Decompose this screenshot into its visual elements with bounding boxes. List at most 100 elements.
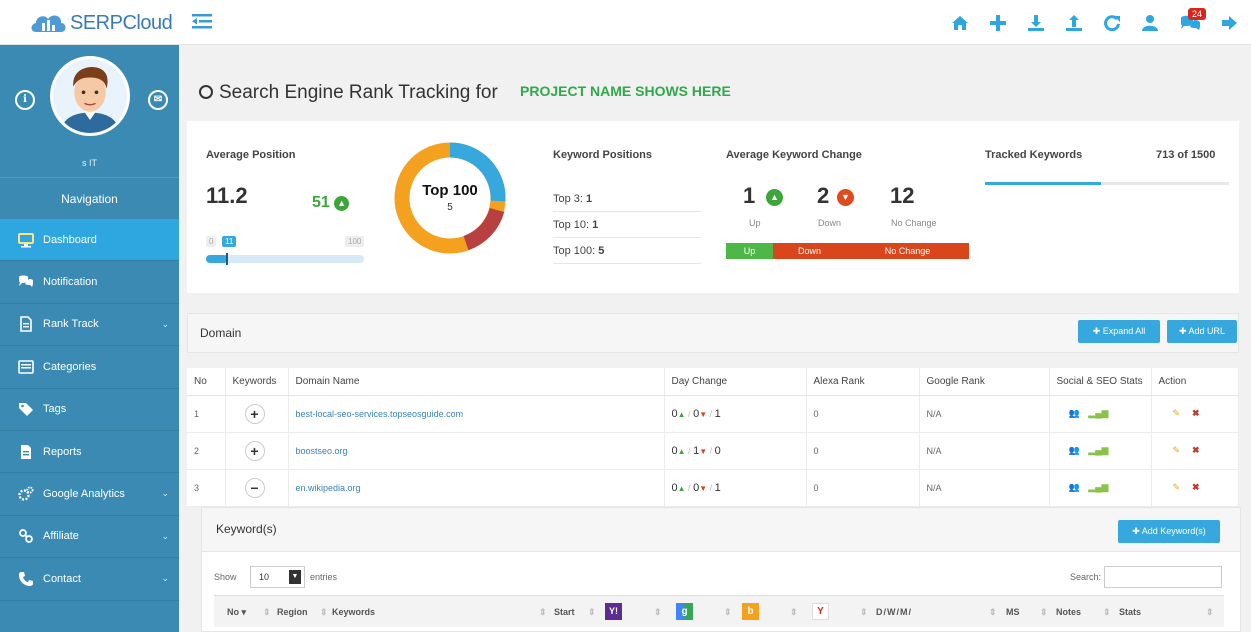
position-slider[interactable] xyxy=(206,253,364,265)
project-name: PROJECT NAME SHOWS HERE xyxy=(520,83,731,99)
avatar[interactable] xyxy=(50,56,130,136)
domain-table: No Keywords Domain Name Day Change Alexa… xyxy=(187,368,1239,507)
kw-col-stats[interactable]: Stats xyxy=(1119,607,1141,617)
signal-icon[interactable]: ▂▄▆ xyxy=(1088,408,1108,418)
kw-col-dwm[interactable]: D/W/M/ xyxy=(876,607,912,617)
kw-col-notes[interactable]: Notes xyxy=(1056,607,1081,617)
tag-icon xyxy=(19,403,33,417)
file-icon xyxy=(21,444,31,459)
sidebar-item-google-analytics[interactable]: Google Analytics ⌄ xyxy=(0,473,179,516)
expand-row-button[interactable]: + xyxy=(244,403,265,424)
sort-icon[interactable]: ⇕ xyxy=(320,607,328,618)
col-alexa-rank[interactable]: Alexa Rank xyxy=(806,368,920,396)
sidebar-item-categories[interactable]: Categories xyxy=(0,346,179,389)
user-face-icon xyxy=(53,59,127,133)
google-icon[interactable]: g xyxy=(676,603,693,620)
users-icon[interactable]: 👥 xyxy=(1069,482,1080,492)
sidebar-item-dashboard[interactable]: Dashboard xyxy=(0,219,179,262)
col-day-change[interactable]: Day Change xyxy=(664,368,807,396)
refresh-icon[interactable] xyxy=(1103,14,1121,32)
logout-icon[interactable] xyxy=(1221,14,1239,32)
sidebar-item-contact[interactable]: Contact ⌄ xyxy=(0,558,179,601)
yandex-icon[interactable]: Y xyxy=(812,603,829,620)
kw-col-region[interactable]: Region xyxy=(277,607,308,617)
kw-col-no[interactable]: No ▾ xyxy=(227,607,246,618)
sidebar-item-rank-track[interactable]: Rank Track ⌄ xyxy=(0,304,179,347)
kw-col-start[interactable]: Start xyxy=(554,607,575,617)
sort-icon[interactable]: ⇕ xyxy=(989,607,997,618)
add-url-button[interactable]: ✚ Add URL xyxy=(1167,320,1237,343)
sort-icon[interactable]: ⇕ xyxy=(654,607,662,618)
signal-icon[interactable]: ▂▄▆ xyxy=(1088,482,1108,492)
sidebar-item-label: Categories xyxy=(43,360,97,373)
info-icon[interactable]: i xyxy=(15,90,35,110)
add-keywords-button[interactable]: ✚ Add Keyword(s) xyxy=(1118,520,1220,543)
kw-col-ms[interactable]: MS xyxy=(1006,607,1020,617)
entries-select[interactable]: 10 ▼ xyxy=(250,566,305,588)
domain-link[interactable]: en.wikipedia.org xyxy=(296,483,361,493)
col-social-seo[interactable]: Social & SEO Stats xyxy=(1049,368,1152,396)
edit-icon[interactable]: ✎ xyxy=(1173,445,1181,455)
expand-row-button[interactable]: + xyxy=(244,440,265,461)
delete-icon[interactable]: ✖ xyxy=(1192,445,1200,455)
download-icon[interactable] xyxy=(1027,14,1045,32)
kp-top10: Top 10: 1 xyxy=(553,213,701,238)
domain-link[interactable]: boostseo.org xyxy=(296,446,348,456)
sort-icon[interactable]: ⇕ xyxy=(1206,607,1214,618)
message-icon[interactable]: ✉ xyxy=(148,90,168,110)
sort-icon[interactable]: ⇕ xyxy=(263,607,271,618)
sort-icon[interactable]: ⇕ xyxy=(588,607,596,618)
sort-icon[interactable]: ⇕ xyxy=(539,607,547,618)
sidebar-item-affiliate[interactable]: Affiliate ⌄ xyxy=(0,516,179,559)
plus-icon[interactable] xyxy=(989,14,1007,32)
entries-value: 10 xyxy=(259,572,270,582)
bing-icon[interactable]: b xyxy=(742,603,759,620)
col-google-rank[interactable]: Google Rank xyxy=(919,368,1050,396)
sidebar-item-reports[interactable]: Reports xyxy=(0,431,179,474)
social-stats-cell: 👥 ▂▄▆ xyxy=(1049,395,1152,433)
expand-all-label: Expand All xyxy=(1102,326,1146,336)
col-action[interactable]: Action xyxy=(1151,368,1239,396)
sort-icon[interactable]: ⇕ xyxy=(860,607,868,618)
app-logo[interactable]: SERPCloud xyxy=(30,10,173,36)
expand-all-button[interactable]: ✚ Expand All xyxy=(1078,320,1160,343)
up-arrow-icon: ▲ xyxy=(677,446,686,456)
kp-top100-label: Top 100: xyxy=(553,245,596,257)
sort-icon[interactable]: ⇕ xyxy=(790,607,798,618)
main-content: Search Engine Rank Tracking for PROJECT … xyxy=(179,45,1251,632)
collapse-row-button[interactable]: − xyxy=(244,477,265,498)
edit-icon[interactable]: ✎ xyxy=(1173,408,1181,418)
profile-panel: i ✉ s IT xyxy=(0,45,179,177)
top-bar: SERPCloud 24 xyxy=(0,0,1251,45)
upload-icon[interactable] xyxy=(1065,14,1083,32)
sort-icon[interactable]: ⇕ xyxy=(1103,607,1111,618)
sort-icon[interactable]: ⇕ xyxy=(724,607,732,618)
col-keywords[interactable]: Keywords xyxy=(225,368,289,396)
search-input[interactable] xyxy=(1104,566,1222,588)
sidebar-item-notification[interactable]: Notification xyxy=(0,261,179,304)
home-icon[interactable] xyxy=(951,14,969,32)
kw-col-keywords[interactable]: Keywords xyxy=(332,607,375,617)
messages-button[interactable]: 24 xyxy=(1179,7,1207,32)
col-domain[interactable]: Domain Name xyxy=(288,368,665,396)
menu-toggle-icon[interactable] xyxy=(192,13,212,30)
edit-icon[interactable]: ✎ xyxy=(1173,482,1181,492)
yahoo-icon[interactable]: Y! xyxy=(605,603,622,620)
google-rank: N/A xyxy=(919,395,1050,433)
avg-change-value: 51 xyxy=(312,194,330,211)
users-icon[interactable]: 👥 xyxy=(1069,408,1080,418)
delete-icon[interactable]: ✖ xyxy=(1192,408,1200,418)
user-name: s IT xyxy=(82,158,97,168)
user-icon[interactable] xyxy=(1141,14,1159,32)
position-slider-handle[interactable] xyxy=(226,253,228,265)
users-icon[interactable]: 👥 xyxy=(1069,445,1080,455)
search-label: Search: xyxy=(1070,572,1102,582)
sort-icon[interactable]: ⇕ xyxy=(1040,607,1048,618)
domain-link[interactable]: best-local-seo-services.topseosguide.com xyxy=(296,409,464,419)
social-stats-cell: 👥 ▂▄▆ xyxy=(1049,469,1152,507)
sidebar-item-tags[interactable]: Tags xyxy=(0,389,179,431)
col-no[interactable]: No xyxy=(187,368,226,396)
delete-icon[interactable]: ✖ xyxy=(1192,482,1200,492)
signal-icon[interactable]: ▂▄▆ xyxy=(1088,445,1108,455)
phone-icon xyxy=(19,571,33,586)
